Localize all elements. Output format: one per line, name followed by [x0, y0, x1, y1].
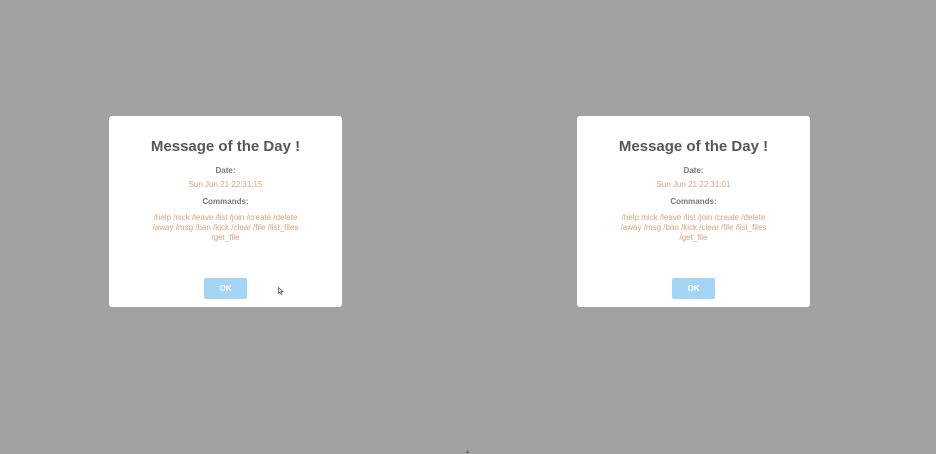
- dialog-title: Message of the Day !: [618, 138, 769, 155]
- caret-icon: [466, 450, 469, 453]
- ok-button[interactable]: OK: [672, 278, 715, 299]
- motd-dialog-left: Message of the Day ! Date: Sun Jun 21 22…: [109, 116, 342, 307]
- date-value: Sun Jun 21 22:31:01: [656, 180, 731, 189]
- commands-label: Commands:: [202, 197, 249, 206]
- backdrop-overlay: Message of the Day ! Date: Sun Jun 21 22…: [0, 0, 936, 454]
- dialog-title: Message of the Day !: [150, 138, 301, 155]
- commands-list: /help /nick /leave /list /join /create /…: [152, 213, 299, 242]
- mouse-cursor-icon: [278, 287, 284, 295]
- motd-dialog-right: Message of the Day ! Date: Sun Jun 21 22…: [577, 116, 810, 307]
- commands-list: /help /nick /leave /list /join /create /…: [620, 213, 767, 242]
- commands-label: Commands:: [670, 197, 717, 206]
- ok-button[interactable]: OK: [204, 278, 247, 299]
- date-label: Date:: [683, 166, 704, 175]
- date-label: Date:: [215, 166, 236, 175]
- date-value: Sun Jun 21 22:31:15: [188, 180, 263, 189]
